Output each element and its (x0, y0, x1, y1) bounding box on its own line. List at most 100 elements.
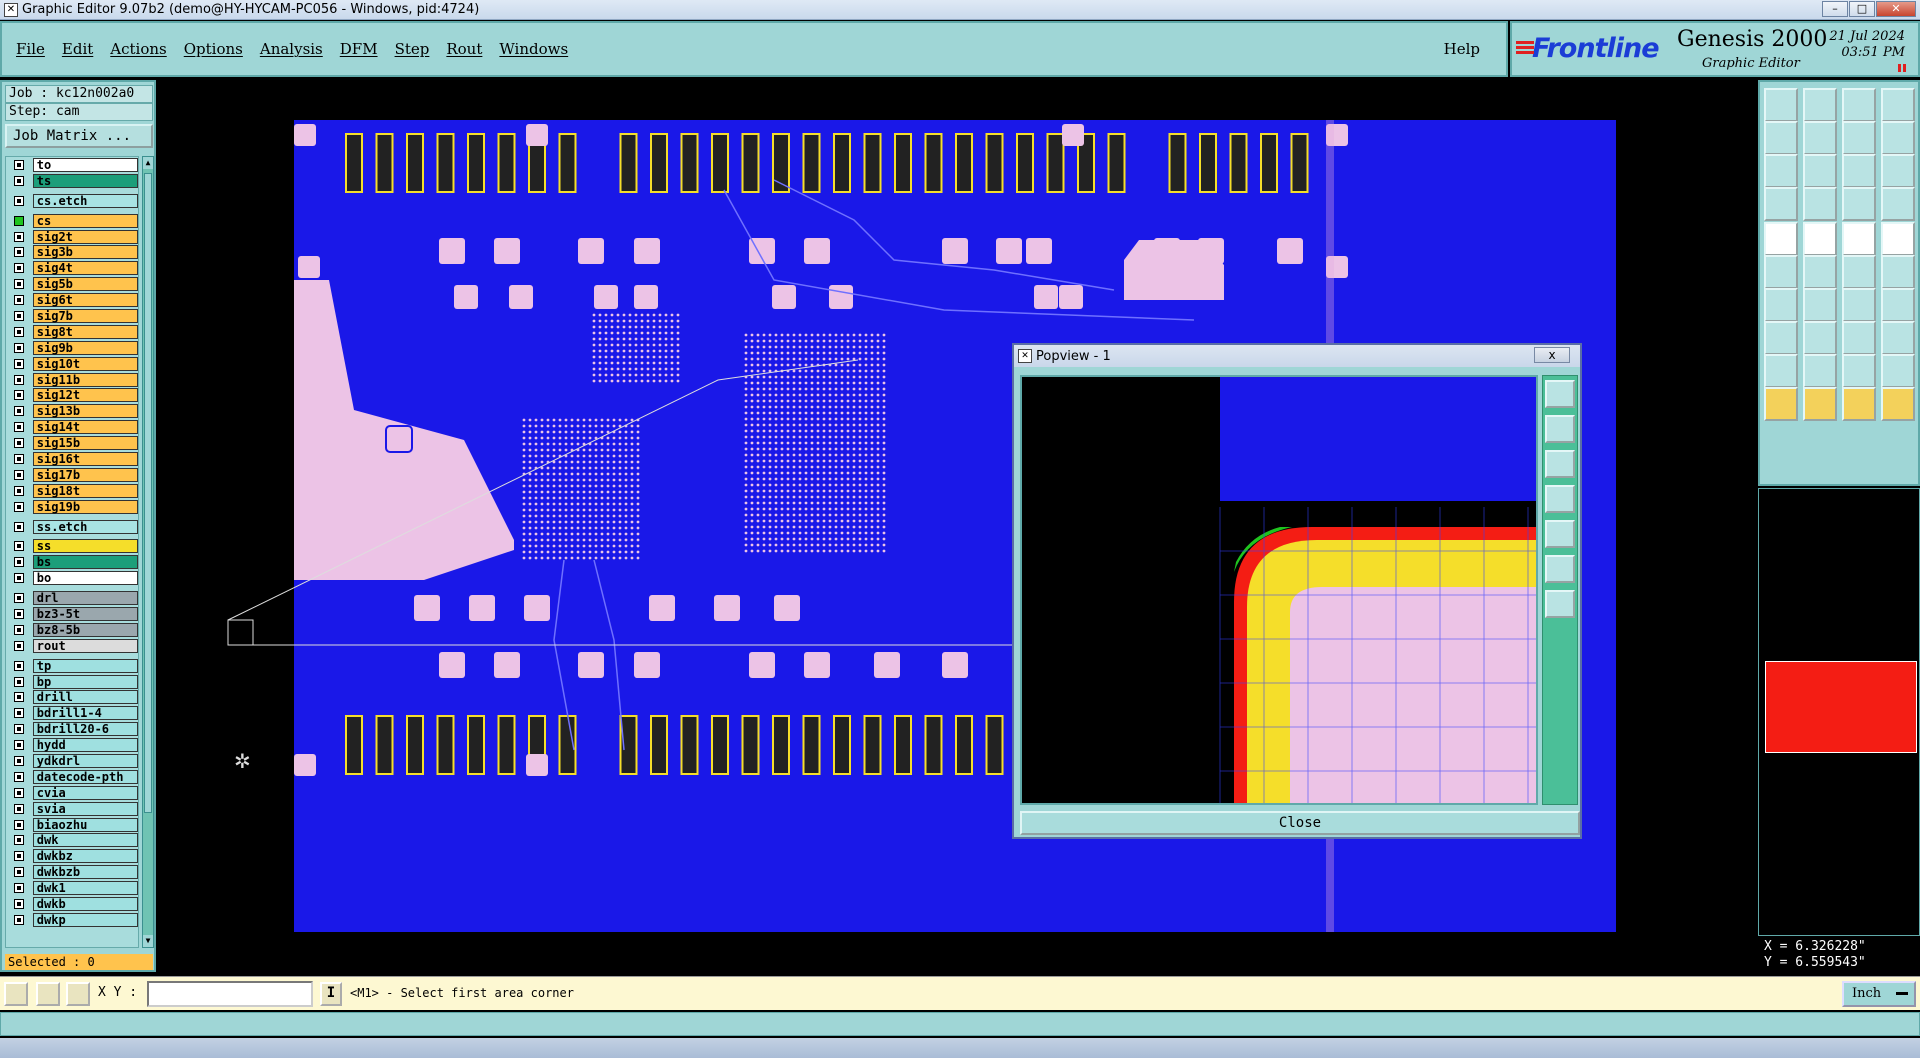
layer-name[interactable]: dwkp (32, 912, 138, 927)
layer-checkbox[interactable] (14, 390, 24, 401)
layer-row[interactable]: tp (6, 658, 138, 674)
layer-checkbox[interactable] (14, 756, 24, 766)
layer-row[interactable]: sig15b (6, 435, 138, 451)
layer-row[interactable]: sig11b (6, 372, 138, 388)
unit-select[interactable]: Inch (1842, 981, 1916, 1007)
line-dot2-icon[interactable] (1881, 255, 1915, 289)
fit-icon[interactable] (1842, 121, 1876, 155)
menu-file[interactable]: File (16, 40, 45, 58)
layer-row[interactable]: drl (6, 590, 138, 606)
popview-canvas[interactable] (1020, 375, 1538, 805)
info-icon[interactable]: I (320, 982, 342, 1006)
layer-checkbox[interactable] (14, 501, 24, 512)
layer-checkbox[interactable] (14, 215, 24, 226)
layer-checkbox[interactable] (14, 422, 24, 433)
layer-checkbox[interactable] (14, 326, 24, 337)
layer-checkbox[interactable] (14, 608, 24, 619)
layer-row[interactable]: bz3-5t (6, 606, 138, 622)
xy-input[interactable] (147, 981, 313, 1007)
layer-name[interactable]: dwkbzb (32, 865, 138, 880)
menu-analysis[interactable]: Analysis (260, 40, 323, 58)
layer-row[interactable]: bs (6, 554, 138, 570)
scale-1-2-icon[interactable] (1842, 154, 1876, 188)
layer-name[interactable]: bo (32, 571, 138, 586)
layer-row[interactable]: biaozhu (6, 817, 138, 833)
layer-checkbox[interactable] (14, 899, 24, 910)
layer-checkbox[interactable] (14, 803, 24, 814)
layer-row[interactable]: hydd (6, 737, 138, 753)
layer-row[interactable]: ts (6, 173, 138, 189)
layer-name[interactable]: tp (32, 658, 138, 673)
zoom-in-icon[interactable] (1545, 415, 1575, 443)
layer-name[interactable]: bz3-5t (32, 606, 138, 621)
layer-checkbox[interactable] (14, 660, 24, 671)
layer-row[interactable]: dwk (6, 833, 138, 849)
triangle2-icon[interactable] (1803, 354, 1837, 388)
minus-icon[interactable] (1803, 321, 1837, 355)
layer-name[interactable]: drill (32, 690, 138, 705)
feature-icon[interactable] (1881, 288, 1915, 322)
layer-checkbox[interactable] (14, 883, 24, 894)
layer-checkbox[interactable] (14, 175, 24, 186)
layer-row[interactable]: cs (6, 213, 138, 229)
minimize-button[interactable]: – (1822, 1, 1848, 17)
layer-row[interactable]: ss.etch (6, 519, 138, 535)
connect-icon[interactable] (1764, 255, 1798, 289)
layer-row[interactable]: rout (6, 638, 138, 654)
menu-dfm[interactable]: DFM (340, 40, 378, 58)
layer-checkbox[interactable] (14, 640, 24, 651)
layer-row[interactable]: ss (6, 538, 138, 554)
move-up-icon[interactable] (1764, 88, 1798, 122)
menu-step[interactable]: Step (395, 40, 430, 58)
layer-row[interactable]: bz8-5b (6, 622, 138, 638)
layer-name[interactable]: svia (32, 801, 138, 816)
menu-help[interactable]: Help (1444, 40, 1480, 58)
layer-checkbox[interactable] (14, 867, 24, 878)
layer-name[interactable]: sig19b (32, 499, 138, 514)
layer-name[interactable]: sig11b (32, 372, 138, 387)
overview-map[interactable] (1758, 488, 1920, 936)
snap-icon[interactable] (1803, 222, 1837, 256)
layer-name[interactable]: sig3b (32, 245, 138, 260)
layer-row[interactable]: sig14t (6, 419, 138, 435)
layer-name[interactable]: drl (32, 591, 138, 606)
layer-row[interactable]: dwk1 (6, 880, 138, 896)
layer-row[interactable]: dwkp (6, 912, 138, 928)
layer-row[interactable]: cvia (6, 785, 138, 801)
layer-checkbox[interactable] (14, 295, 24, 306)
arc-select2-icon[interactable] (1881, 354, 1915, 388)
layer-row[interactable]: to (6, 157, 138, 173)
layer-checkbox[interactable] (14, 541, 24, 552)
layer-row[interactable]: sig7b (6, 308, 138, 324)
popview-close-icon[interactable]: x (1534, 347, 1570, 363)
layer-checkbox[interactable] (14, 676, 24, 687)
layer-name[interactable]: bdrill20-6 (32, 722, 138, 737)
layer-checkbox[interactable] (14, 469, 24, 480)
pan-left-icon[interactable] (1545, 485, 1575, 513)
layer-checkbox[interactable] (14, 374, 24, 385)
line-icon[interactable] (1764, 288, 1798, 322)
line-edit-icon[interactable] (1803, 288, 1837, 322)
layer-checkbox[interactable] (14, 787, 24, 798)
query-icon[interactable] (1881, 154, 1915, 188)
layer-checkbox[interactable] (14, 279, 24, 290)
layer-checkbox[interactable] (14, 195, 24, 206)
scroll-up-icon[interactable]: ▲ (143, 157, 153, 169)
layer-checkbox[interactable] (14, 263, 24, 274)
layer-name[interactable]: ts (32, 173, 138, 188)
job-matrix-button[interactable]: Job Matrix ... (5, 124, 153, 148)
layer-name[interactable]: sig4t (32, 261, 138, 276)
layer-row[interactable]: sig17b (6, 467, 138, 483)
layer-name[interactable]: bs (32, 555, 138, 570)
layer-name[interactable]: sig14t (32, 420, 138, 435)
layer-checkbox[interactable] (14, 593, 24, 604)
menu-options[interactable]: Options (184, 40, 243, 58)
layer-name[interactable]: dwk1 (32, 881, 138, 896)
layer-checkbox[interactable] (14, 453, 24, 464)
bracket-icon[interactable] (1842, 321, 1876, 355)
layer-row[interactable]: sig13b (6, 403, 138, 419)
layer-name[interactable]: to (32, 157, 138, 172)
layer-name[interactable]: dwk (32, 833, 138, 848)
layer-checkbox[interactable] (14, 159, 24, 170)
layer-row[interactable]: sig18t (6, 483, 138, 499)
